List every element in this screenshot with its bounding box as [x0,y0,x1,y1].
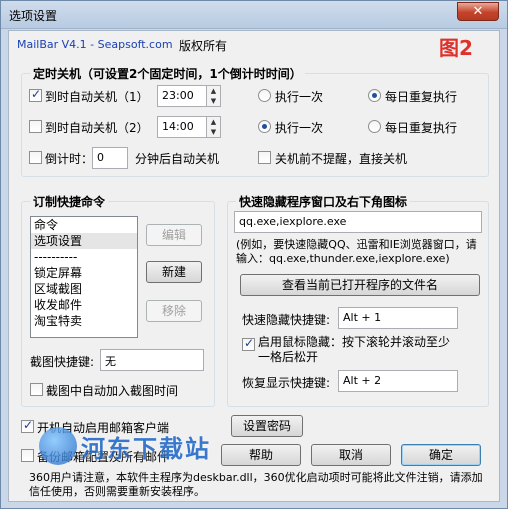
close-button[interactable]: ✕ [457,2,499,21]
shutdown1-daily-label: 每日重复执行 [385,90,458,104]
command-item[interactable]: 命令 [31,217,137,233]
shutdown2-time-field[interactable]: 14:00 [157,116,207,138]
commands-group: 订制快捷命令 命令 选项设置 ---------- 锁定屏幕 区域截图 收发邮件… [21,193,215,407]
copyright-text: 版权所有 [179,39,228,53]
app-name: MailBar V4.1 - Seapsoft.com [17,38,173,51]
shutdown2-daily-radio[interactable] [368,120,381,133]
command-item[interactable]: 选项设置 [31,233,137,249]
no-prompt-label: 关机前不提醒，直接关机 [275,152,408,166]
view-open-programs-button[interactable]: 查看当前已打开程序的文件名 [240,274,480,296]
set-password-button[interactable]: 设置密码 [231,415,303,437]
dialog-body: MailBar V4.1 - Seapsoft.com 版权所有 图2 定时关机… [8,30,500,502]
screenshot-hotkey-field[interactable]: 无 [100,349,204,371]
shutdown1-time-field[interactable]: 23:00 [157,85,207,107]
no-prompt-checkbox[interactable] [258,151,271,164]
cancel-button[interactable]: 取消 [311,444,391,466]
hide-hotkey-label: 快速隐藏快捷键: [242,313,331,327]
hide-programs-field[interactable]: qq.exe,iexplore.exe [234,211,482,233]
shutdown2-time-stepper[interactable]: ▲ ▼ [206,116,221,138]
restore-hotkey-field[interactable]: Alt + 2 [338,370,458,392]
command-item[interactable]: ---------- [31,249,137,265]
countdown-checkbox[interactable] [29,151,42,164]
command-item[interactable]: 锁定屏幕 [31,265,137,281]
shutdown-group-title: 定时关机（可设置2个固定时间，1个倒计时时间） [30,65,305,82]
options-window: 选项设置 ✕ MailBar V4.1 - Seapsoft.com 版权所有 … [0,0,508,509]
screenshot-hotkey-label: 截图快捷键: [30,355,95,369]
remove-command-button[interactable]: 移除 [146,300,202,322]
shutdown2-checkbox[interactable] [29,120,42,133]
mouse-hide-checkbox[interactable] [242,336,255,351]
shutdown1-once-radio[interactable] [258,89,271,102]
hide-group: 快速隐藏程序窗口及右下角图标 qq.exe,iexplore.exe (例如，要… [227,193,489,407]
shutdown2-daily-label: 每日重复执行 [385,121,458,135]
hide-example-text: (例如，要快速隐藏QQ、迅雷和IE浏览器窗口，请输入：qq.exe,thunde… [236,238,477,265]
restore-hotkey-label: 恢复显示快捷键: [242,376,331,390]
shutdown1-label: 到时自动关机（1） [45,90,149,104]
shutdown2-once-radio[interactable] [258,120,271,133]
autostart-checkbox[interactable] [21,418,34,433]
window-title: 选项设置 [9,9,58,23]
title-bar[interactable]: 选项设置 ✕ [1,1,507,29]
shutdown1-daily-radio[interactable] [368,89,381,102]
figure-label: 图2 [439,36,473,60]
shutdown1-once-label: 执行一次 [275,90,324,104]
shutdown1-time-stepper[interactable]: ▲ ▼ [206,85,221,107]
countdown-suffix: 分钟后自动关机 [135,152,220,166]
hide-group-title: 快速隐藏程序窗口及右下角图标 [236,193,411,210]
command-item[interactable]: 淘宝特卖 [31,313,137,329]
shutdown1-checkbox[interactable] [29,87,42,102]
commands-listbox[interactable]: 命令 选项设置 ---------- 锁定屏幕 区域截图 收发邮件 淘宝特卖 [30,216,138,338]
countdown-label: 倒计时： [45,152,94,166]
commands-group-title: 订制快捷命令 [30,193,109,210]
shutdown2-label: 到时自动关机（2） [45,121,149,135]
ok-button[interactable]: 确定 [401,444,481,466]
auto-add-time-checkbox[interactable] [30,383,43,396]
command-item[interactable]: 收发邮件 [31,297,137,313]
command-item[interactable]: 区域截图 [31,281,137,297]
watermark-text: 河东下载站 [81,435,211,463]
watermark-logo-icon [39,427,77,465]
shutdown2-once-label: 执行一次 [275,121,324,135]
backup-checkbox[interactable] [21,449,34,462]
edit-command-button[interactable]: 编辑 [146,224,202,246]
auto-add-time-label: 截图中自动加入截图时间 [46,384,179,398]
countdown-minutes-field[interactable]: 0 [92,147,128,169]
new-command-button[interactable]: 新建 [146,261,202,283]
footer-note: 360用户请注意，本软件主程序为deskbar.dll，360优化启动项时可能将… [29,471,483,498]
shutdown-group: 定时关机（可设置2个固定时间，1个倒计时时间） 到时自动关机（1） 23:00 … [21,65,489,177]
mouse-hide-label: 启用鼠标隐藏：按下滚轮并滚动至少一格后松开 [258,335,451,364]
help-button[interactable]: 帮助 [221,444,301,466]
hide-hotkey-field[interactable]: Alt + 1 [338,307,458,329]
